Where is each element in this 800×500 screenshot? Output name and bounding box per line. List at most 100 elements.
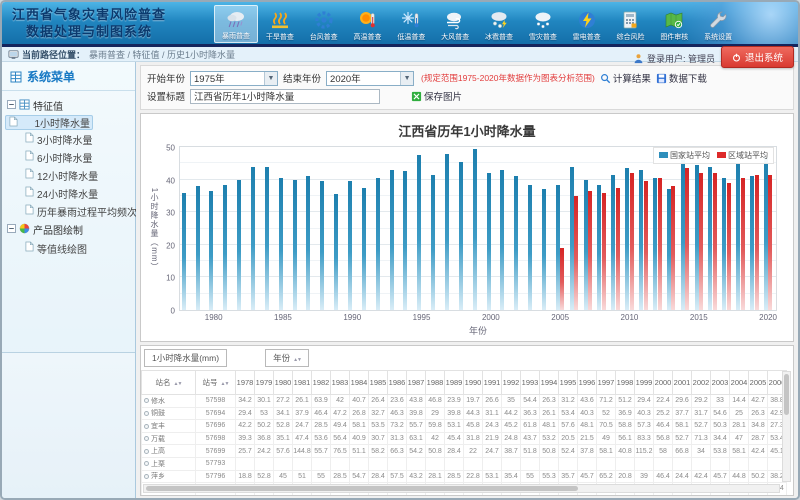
value-cell: 50.8 <box>426 445 445 458</box>
toolbar-item-rainstorm[interactable]: 暴雨普查 <box>214 5 258 43</box>
unit-button[interactable]: 1小时降水量(mm) <box>144 349 227 367</box>
toolbar-item-lightning[interactable]: 雷电普查 <box>565 5 609 43</box>
tree-item[interactable]: 等值线绘图 <box>5 239 132 257</box>
col-header-year[interactable]: 1987 <box>407 371 426 395</box>
col-header-year[interactable]: 1983 <box>331 371 350 395</box>
tree-item[interactable]: 1小时降水量 <box>5 115 93 130</box>
horizontal-scrollbar[interactable] <box>143 484 780 493</box>
toolbar-item-typhoon[interactable]: 台风普查 <box>302 5 346 43</box>
tree-item[interactable]: 24小时降水量 <box>5 184 132 202</box>
col-header-year[interactable]: 2003 <box>711 371 730 395</box>
value-cell <box>711 457 730 470</box>
col-header-year[interactable]: 1993 <box>521 371 540 395</box>
vertical-scroll-thumb[interactable] <box>784 374 789 415</box>
table-row[interactable]: 铜鼓5769429.45334.137.946.447.226.832.746.… <box>142 407 787 420</box>
table-row[interactable]: 宜丰5769642.250.252.824.728.549.458.153.57… <box>142 420 787 433</box>
col-header-year[interactable]: 1980 <box>274 371 293 395</box>
chart-legend[interactable]: 国家站平均区域站平均 <box>653 147 774 164</box>
table-row[interactable]: 修水5759834.230.127.226.163.94240.726.423.… <box>142 395 787 408</box>
col-header-year[interactable]: 1991 <box>483 371 502 395</box>
col-header-year[interactable]: 1992 <box>502 371 521 395</box>
col-header-year[interactable]: 2002 <box>692 371 711 395</box>
toolbar-item-drought[interactable]: 干旱普查 <box>258 5 302 43</box>
tree-item[interactable]: 12小时降水量 <box>5 166 132 184</box>
col-header-year[interactable]: 2005 <box>749 371 768 395</box>
tree-group-pie[interactable]: 产品图绘制 <box>5 220 132 239</box>
station-name-cell: 萍乡 <box>142 470 196 483</box>
col-header-year[interactable]: 1978 <box>236 371 255 395</box>
logout-button[interactable]: 退出系统 <box>721 46 794 68</box>
station-icon <box>144 461 149 466</box>
value-cell: 34.4 <box>711 432 730 445</box>
col-header-year[interactable]: 1996 <box>578 371 597 395</box>
toolbar-item-label: 雪灾普查 <box>529 32 557 42</box>
value-cell: 51.1 <box>350 445 369 458</box>
col-header-year[interactable]: 1979 <box>255 371 274 395</box>
col-header-year[interactable]: 1981 <box>293 371 312 395</box>
download-button[interactable]: 数据下载 <box>656 71 707 85</box>
breadcrumb[interactable]: 暴雨普查 / 特征值 / 历史1小时降水量 <box>89 48 235 61</box>
col-header-year[interactable]: 1998 <box>616 371 635 395</box>
legend-entry[interactable]: 区域站平均 <box>717 150 768 161</box>
col-header-station-id[interactable]: 站号▲▼ <box>196 371 236 395</box>
col-header-year[interactable]: 1994 <box>540 371 559 395</box>
value-cell: 31.1 <box>483 407 502 420</box>
bar-national-1995 <box>417 155 421 310</box>
toolbar-item-snow[interactable]: 雪灾普查 <box>521 5 565 43</box>
col-header-year[interactable]: 1999 <box>635 371 654 395</box>
tree-item[interactable]: 6小时降水量 <box>5 148 132 166</box>
bar-regional-2013 <box>671 186 675 310</box>
year-sort-control[interactable]: 年份▲▼ <box>265 349 309 367</box>
toolbar-item-hail[interactable]: 冰雹普查 <box>477 5 521 43</box>
horizontal-scroll-thumb[interactable] <box>146 486 578 491</box>
table-row[interactable]: 上高5769925.724.257.6144.855.776.551.158.2… <box>142 445 787 458</box>
toolbar-item-gale[interactable]: 大风普查 <box>433 5 477 43</box>
toolbar-item-settings[interactable]: 系统设置 <box>696 5 740 43</box>
col-header-station[interactable]: 站名▲▼ <box>142 371 196 395</box>
col-header-year[interactable]: 1984 <box>350 371 369 395</box>
value-cell: 45 <box>274 470 293 483</box>
value-cell: 55 <box>521 470 540 483</box>
col-header-year[interactable]: 2001 <box>673 371 692 395</box>
value-cell: 29.6 <box>673 395 692 408</box>
table-row[interactable]: 宜春5779221.939.528.563.521.446.857.842.85… <box>142 495 787 496</box>
value-cell: 24.2 <box>255 445 274 458</box>
col-header-year[interactable]: 1990 <box>464 371 483 395</box>
table-row[interactable]: 万载5769839.336.835.147.453.656.440.930.73… <box>142 432 787 445</box>
toolbar-item-high-temp[interactable]: 高温普查 <box>346 5 390 43</box>
col-header-year[interactable]: 1989 <box>445 371 464 395</box>
value-cell <box>654 457 673 470</box>
value-cell: 26.1 <box>540 407 559 420</box>
tree-item[interactable]: 3小时降水量 <box>5 130 132 148</box>
toolbar-item-low-temp[interactable]: 低温普查 <box>389 5 433 43</box>
table-row[interactable]: 上栗57793 <box>142 457 787 470</box>
end-year-select[interactable]: 2020年▼ <box>326 71 414 86</box>
chart-title-input[interactable] <box>190 89 380 104</box>
vertical-scrollbar[interactable] <box>782 371 791 482</box>
col-header-year[interactable]: 2004 <box>730 371 749 395</box>
col-header-year[interactable]: 1997 <box>597 371 616 395</box>
expander-icon[interactable] <box>7 224 16 236</box>
app-title-line2: 数据处理与制图系统 <box>12 23 166 40</box>
save-image-button[interactable]: 保存图片 <box>411 89 462 103</box>
col-header-year[interactable]: 1985 <box>369 371 388 395</box>
value-cell: 31.3 <box>388 432 407 445</box>
station-name-cell: 铜鼓 <box>142 407 196 420</box>
tree-group-grid[interactable]: 特征值 <box>5 96 132 115</box>
start-year-select[interactable]: 1975年▼ <box>190 71 278 86</box>
bar-national-2013 <box>667 189 671 310</box>
col-header-year[interactable]: 1986 <box>388 371 407 395</box>
calculate-button[interactable]: 计算结果 <box>600 71 651 85</box>
col-header-year[interactable]: 1982 <box>312 371 331 395</box>
col-header-year[interactable]: 1988 <box>426 371 445 395</box>
value-cell: 31.2 <box>559 395 578 408</box>
table-row[interactable]: 萍乡5779618.852.845515528.554.728.457.543.… <box>142 470 787 483</box>
value-cell <box>350 457 369 470</box>
legend-entry[interactable]: 国家站平均 <box>659 150 710 161</box>
col-header-year[interactable]: 2000 <box>654 371 673 395</box>
toolbar-item-map-review[interactable]: 图件审核 <box>652 5 696 43</box>
toolbar-item-composite-risk[interactable]: 综合风险 <box>609 5 653 43</box>
tree-item[interactable]: 历年暴雨过程平均频次 <box>5 202 132 220</box>
expander-icon[interactable] <box>7 100 16 112</box>
col-header-year[interactable]: 1995 <box>559 371 578 395</box>
